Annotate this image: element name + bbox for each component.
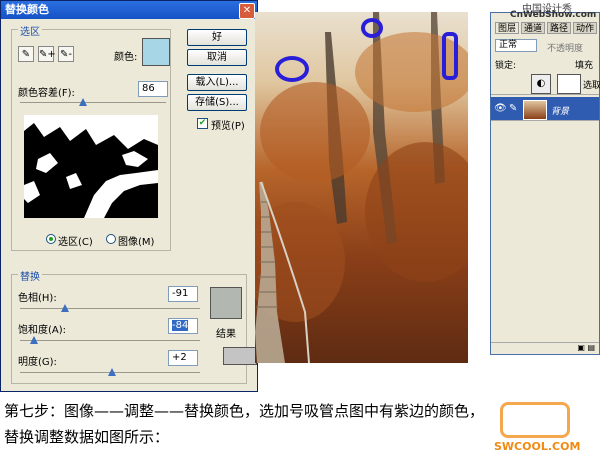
lightness-label: 明度(G): [18,357,57,368]
layer-name: 选取 [583,81,600,91]
new-layer-icon[interactable]: ▣ [577,343,585,352]
save-button[interactable]: 存储(S)... [187,94,247,111]
ok-button[interactable]: 好 [187,29,247,46]
trash-icon[interactable]: ▤ [587,343,595,352]
replacement-group-label: 替换 [18,268,42,283]
layers-panel: 图层 通道 路径 动作 正常 不透明度 锁定: 填充 ◐ 选取 👁 ✎ 背景 ▣… [490,12,600,355]
color-label: 颜色: [114,52,138,63]
replace-color-dialog: 替换颜色 ✕ 选区 ✎ ✎+ ✎- 颜色: 颜色容差(F): 86 选区(C) [0,0,258,392]
caption-line-1: 第七步：图像——调整——替换颜色，选加号吸管点图中有紫边的颜色， [4,402,485,420]
eye-icon[interactable]: 👁 [494,103,507,114]
fuzziness-slider[interactable] [20,98,166,106]
eyedropper-icon[interactable]: ✎ [18,46,34,62]
hue-input[interactable]: -91 [168,286,198,302]
replacement-group: 替换 色相(H): -91 饱和度(A): -84 明度(G): +2 结果 [11,268,247,384]
tab-paths[interactable]: 路径 [547,22,572,34]
fuzziness-label: 颜色容差(F): [18,88,75,99]
tab-actions[interactable]: 动作 [573,22,598,34]
brush-icon: ✎ [509,103,518,114]
panel-tabs: 图层 通道 路径 动作 [491,22,600,34]
load-button[interactable]: 载入(L)... [187,74,247,91]
lightness-input[interactable]: +2 [168,350,198,366]
saturation-slider-thumb[interactable] [30,336,39,344]
layer-row[interactable]: 👁 ✎ 背景 [491,97,599,121]
layer-name: 背景 [551,107,570,117]
saturation-input[interactable]: -84 [168,318,198,334]
opacity-label: 不透明度 [547,44,584,54]
layer-mask-thumbnail [557,74,581,94]
result-preview-chip [223,347,257,365]
selection-group: 选区 ✎ ✎+ ✎- 颜色: 颜色容差(F): 86 选区(C) 图像(M) [11,23,171,251]
preview-checkbox[interactable]: ✔ [197,118,208,129]
view-image-radio[interactable] [106,234,116,244]
watermark-url: CnWebShow.com [510,10,597,20]
fuzziness-input[interactable]: 86 [138,81,168,97]
purple-fringe-marker [361,18,383,38]
autumn-forest-photo [255,12,468,363]
close-icon[interactable]: ✕ [239,3,255,19]
cancel-button[interactable]: 取消 [187,49,247,66]
purple-fringe-marker [275,56,309,82]
adjustment-layer-icon: ◐ [531,74,551,94]
fuzziness-slider-thumb[interactable] [78,98,87,106]
saturation-slider[interactable] [20,336,200,344]
caption-line-2: 替换调整数据如图所示： [4,428,170,446]
hue-slider-thumb[interactable] [61,304,69,312]
lightness-slider[interactable] [20,368,200,376]
dialog-titlebar[interactable]: 替换颜色 ✕ [1,1,257,19]
tab-channels[interactable]: 通道 [521,22,546,34]
sample-color-swatch[interactable] [142,38,170,66]
view-image-label: 图像(M) [118,237,155,248]
result-label: 结果 [216,329,236,340]
selection-group-label: 选区 [18,23,42,38]
dialog-title: 替换颜色 [5,3,49,16]
fill-label: 填充 [575,61,594,71]
selection-preview [24,115,158,218]
lightness-slider-thumb[interactable] [107,368,116,376]
eyedropper-plus-icon[interactable]: ✎+ [38,46,56,62]
hue-slider[interactable] [20,304,200,312]
preview-label: 预览(P) [211,121,245,132]
blend-mode-select[interactable]: 正常 [495,39,537,52]
hue-label: 色相(H): [18,293,57,304]
lock-label: 锁定: [495,61,517,71]
eyedropper-minus-icon[interactable]: ✎- [58,46,74,62]
saturation-label: 饱和度(A): [18,325,67,336]
panel-footer-icons: ▣ ▤ [491,342,599,354]
purple-fringe-marker [442,32,458,80]
tab-layers[interactable]: 图层 [495,22,520,34]
result-color-swatch [210,287,242,319]
view-selection-radio[interactable] [46,234,56,244]
layer-thumbnail [523,100,547,120]
view-selection-label: 选区(C) [58,237,93,248]
layer-row[interactable]: ◐ 选取 [491,71,600,95]
